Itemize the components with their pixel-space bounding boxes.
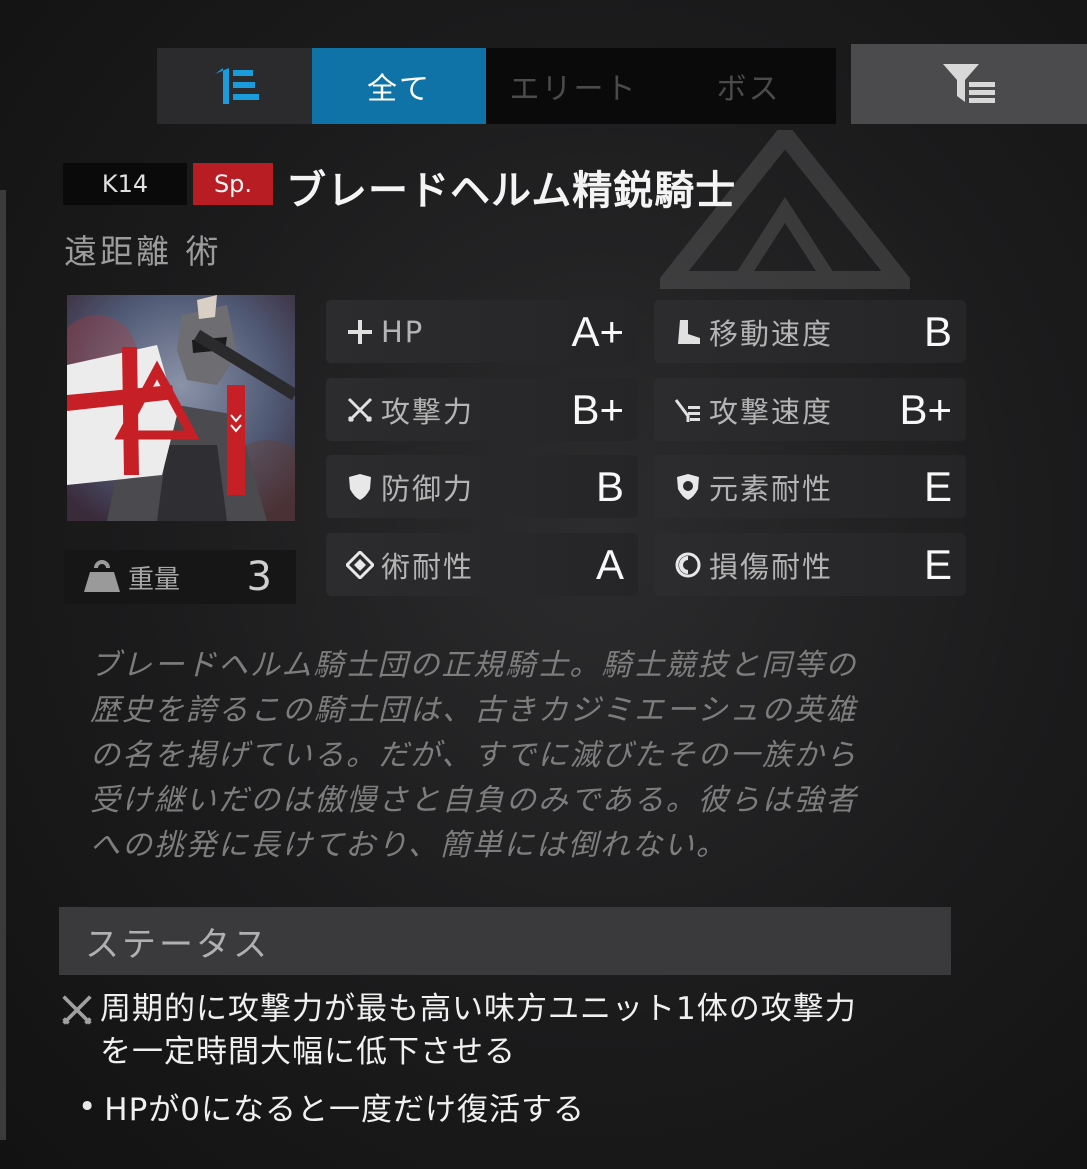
stat-label: 元素耐性 bbox=[709, 471, 834, 506]
status-title: ステータス bbox=[85, 924, 270, 965]
element-shield-icon bbox=[673, 472, 703, 502]
stat-grade: E bbox=[923, 462, 952, 510]
tab-elite[interactable]: エリート bbox=[486, 48, 661, 124]
stat-grade: B+ bbox=[571, 385, 624, 433]
stat-label: 損傷耐性 bbox=[709, 549, 834, 584]
stat-elemental-resistance: 元素耐性 E bbox=[654, 455, 966, 518]
enemy-name: ブレードヘルム精鋭騎士 bbox=[286, 168, 737, 214]
crossed-swords-icon bbox=[62, 995, 92, 1025]
category-tabs: 全て エリート ボス bbox=[157, 48, 836, 124]
stat-damage-resistance: 損傷耐性 E bbox=[654, 533, 966, 596]
enemy-attack-type: 遠距離 術 bbox=[64, 232, 222, 271]
stat-label: 攻撃力 bbox=[381, 394, 475, 429]
stat-label: 防御力 bbox=[381, 471, 475, 506]
stat-label: 移動速度 bbox=[709, 316, 834, 351]
plus-icon bbox=[345, 317, 375, 347]
enemy-code-badge: K14 bbox=[63, 163, 187, 205]
sort-button[interactable] bbox=[157, 48, 312, 124]
weight-icon bbox=[84, 560, 120, 592]
tab-all[interactable]: 全て bbox=[312, 48, 486, 124]
crossed-swords-icon bbox=[345, 395, 375, 425]
special-badge: Sp. bbox=[193, 163, 273, 205]
diamond-icon bbox=[345, 550, 375, 580]
stat-grade: A+ bbox=[571, 307, 624, 355]
stat-grade: A bbox=[595, 540, 624, 588]
stat-grade: E bbox=[923, 540, 952, 588]
stat-grade: B bbox=[923, 307, 952, 355]
bullet-icon: • bbox=[78, 1088, 97, 1125]
shield-icon bbox=[345, 472, 375, 502]
stat-defense: 防御力 B bbox=[326, 455, 638, 518]
weight-label: 重量 bbox=[128, 564, 181, 595]
stat-label: 攻撃速度 bbox=[709, 394, 834, 429]
tab-boss[interactable]: ボス bbox=[661, 48, 836, 124]
scrollbar-track[interactable] bbox=[0, 190, 6, 1140]
weight-box: 重量 3 bbox=[64, 550, 296, 604]
filter-button[interactable] bbox=[851, 44, 1087, 124]
trait-attack-debuff: 周期的に攻撃力が最も高い味方ユニット1体の攻撃力 を一定時間大幅に低下させる bbox=[60, 988, 857, 1074]
enemy-description: ブレードヘルム騎士団の正規騎士。騎士競技と同等の 歴史を誇るこの騎士団は、古きカ… bbox=[90, 648, 858, 863]
sort-order-icon bbox=[214, 68, 259, 104]
stat-arts-resistance: 術耐性 A bbox=[326, 533, 638, 596]
stat-attack: 攻撃力 B+ bbox=[326, 378, 638, 441]
ring-icon bbox=[673, 550, 703, 580]
trait-revive: • HPが0になると一度だけ復活する bbox=[78, 1084, 585, 1129]
stat-grade: B+ bbox=[899, 385, 952, 433]
trait-text: HPが0になると一度だけ復活する bbox=[104, 1092, 586, 1128]
stat-move-speed: 移動速度 B bbox=[654, 300, 966, 363]
stat-hp: HP A+ bbox=[326, 300, 638, 363]
speed-icon bbox=[673, 395, 703, 425]
stat-label: HP bbox=[381, 314, 425, 349]
status-section-header: ステータス bbox=[59, 907, 951, 975]
filter-icon bbox=[943, 64, 995, 103]
weight-value: 3 bbox=[246, 554, 272, 600]
trait-text: 周期的に攻撃力が最も高い味方ユニット1体の攻撃力 を一定時間大幅に低下させる bbox=[100, 991, 857, 1070]
stat-label: 術耐性 bbox=[381, 549, 475, 584]
stat-grade: B bbox=[595, 462, 624, 510]
enemy-portrait bbox=[67, 295, 295, 521]
stat-attack-speed: 攻撃速度 B+ bbox=[654, 378, 966, 441]
boot-icon bbox=[673, 317, 703, 347]
